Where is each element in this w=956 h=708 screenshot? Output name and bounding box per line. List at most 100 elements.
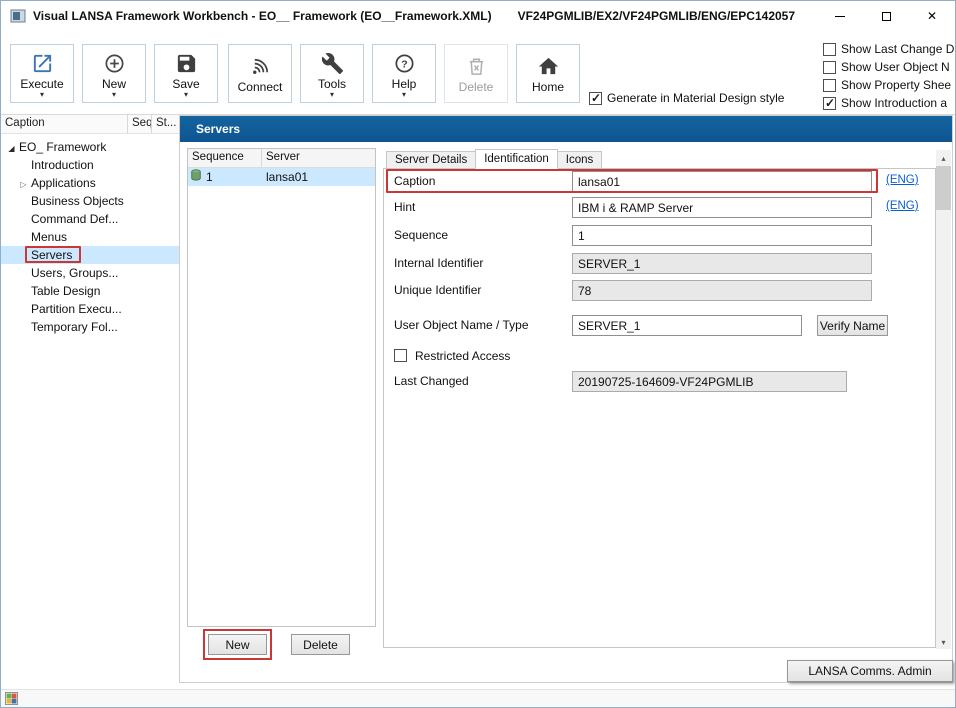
window-title: Visual LANSA Framework Workbench - EO__ … <box>33 9 492 23</box>
user-object-input[interactable] <box>572 315 802 336</box>
navigation-tree-panel: Caption Seq St... EO_ Framework Introduc… <box>1 115 179 683</box>
tree-item-servers[interactable]: Servers <box>1 246 179 264</box>
checkbox-checked-icon[interactable] <box>823 97 836 110</box>
show-user-object-checkbox[interactable]: Show User Object N <box>823 60 950 74</box>
servers-list-headers[interactable]: Sequence Server <box>188 149 375 168</box>
help-label: Help <box>392 77 417 91</box>
close-icon <box>927 9 937 23</box>
execute-button[interactable]: Execute <box>10 44 74 103</box>
maximize-icon <box>882 12 891 21</box>
caption-language-link[interactable]: (ENG) <box>886 174 919 186</box>
tree-item-business-objects[interactable]: Business Objects <box>1 192 179 210</box>
main-region: Servers Sequence Server 1 lansa01 New De… <box>179 115 953 683</box>
tab-identification[interactable]: Identification <box>475 149 558 169</box>
help-button[interactable]: ? Help <box>372 44 436 103</box>
internal-identifier-label: Internal Identifier <box>394 253 483 274</box>
home-button[interactable]: Home <box>516 44 580 103</box>
checkbox-icon[interactable] <box>823 43 836 56</box>
hint-language-link[interactable]: (ENG) <box>886 200 919 212</box>
chevron-down-icon <box>402 91 406 98</box>
tree-item-temporary-folder[interactable]: Temporary Fol... <box>1 318 179 336</box>
tools-icon <box>321 50 344 77</box>
show-last-change-label: Show Last Change D <box>841 42 954 56</box>
caption-input[interactable] <box>572 171 872 192</box>
lansa-comms-admin-button[interactable]: LANSA Comms. Admin <box>787 660 953 682</box>
show-last-change-checkbox[interactable]: Show Last Change D <box>823 42 954 56</box>
column-header-server[interactable]: Server <box>262 149 375 167</box>
column-header-sequence[interactable]: Sequence <box>188 149 262 167</box>
new-button[interactable]: New <box>82 44 146 103</box>
checkbox-icon[interactable] <box>823 61 836 74</box>
unique-identifier-field <box>572 280 872 301</box>
close-button[interactable] <box>909 1 955 31</box>
status-bar <box>1 689 955 707</box>
help-icon: ? <box>393 50 416 77</box>
app-window: Visual LANSA Framework Workbench - EO__ … <box>0 0 956 708</box>
material-design-checkbox[interactable]: Generate in Material Design style <box>589 91 784 105</box>
home-label: Home <box>532 80 564 94</box>
execute-icon <box>31 50 54 77</box>
connect-button[interactable]: Connect <box>228 44 292 103</box>
show-introduction-checkbox[interactable]: Show Introduction a <box>823 96 947 110</box>
new-server-button[interactable]: New <box>208 634 267 655</box>
tree-item-users-groups[interactable]: Users, Groups... <box>1 264 179 282</box>
form-scrollbar[interactable] <box>936 150 951 649</box>
chevron-down-icon <box>184 91 188 98</box>
chevron-down-icon <box>330 91 334 98</box>
checkbox-icon[interactable] <box>823 79 836 92</box>
last-changed-label: Last Changed <box>394 371 469 392</box>
tools-button[interactable]: Tools <box>300 44 364 103</box>
last-changed-field <box>572 371 847 392</box>
checkbox-checked-icon[interactable] <box>589 92 602 105</box>
show-introduction-label: Show Introduction a <box>841 96 947 110</box>
servers-list-panel: Sequence Server 1 lansa01 <box>187 148 376 627</box>
scroll-down-icon[interactable] <box>936 634 951 649</box>
delete-button: Delete <box>444 44 508 103</box>
sequence-input[interactable] <box>572 225 872 246</box>
tree-item-menus[interactable]: Menus <box>1 228 179 246</box>
internal-identifier-row: Internal Identifier <box>384 253 935 274</box>
restricted-access-label: Restricted Access <box>415 346 510 367</box>
scrollbar-thumb[interactable] <box>936 166 951 210</box>
restricted-access-row: Restricted Access <box>384 346 935 367</box>
hint-label: Hint <box>394 197 415 218</box>
titlebar: Visual LANSA Framework Workbench - EO__ … <box>1 1 955 31</box>
tree-item-command-def[interactable]: Command Def... <box>1 210 179 228</box>
tree-column-headers[interactable]: Caption Seq St... <box>1 115 179 134</box>
tree-items: EO_ Framework Introduction Applications … <box>1 134 179 336</box>
save-button[interactable]: Save <box>154 44 218 103</box>
show-property-sheet-checkbox[interactable]: Show Property Shee <box>823 78 951 92</box>
maximize-button[interactable] <box>863 1 909 31</box>
scroll-up-icon[interactable] <box>936 150 951 165</box>
internal-identifier-field <box>572 253 872 274</box>
collapse-icon[interactable] <box>6 138 17 158</box>
delete-server-button[interactable]: Delete <box>291 634 350 655</box>
tree-header-seq[interactable]: Seq <box>128 115 152 133</box>
window-controls <box>817 1 955 31</box>
server-row-lansa01[interactable]: 1 lansa01 <box>188 168 375 186</box>
detail-tabs: Server Details Identification Icons <box>386 149 601 169</box>
minimize-button[interactable] <box>817 1 863 31</box>
tree-item-partition-execution[interactable]: Partition Execu... <box>1 300 179 318</box>
save-label: Save <box>172 77 199 91</box>
sequence-label: Sequence <box>394 225 448 246</box>
tree-header-caption[interactable]: Caption <box>1 115 128 133</box>
execute-label: Execute <box>20 77 63 91</box>
minimize-icon <box>835 16 845 17</box>
app-icon <box>10 8 26 24</box>
hint-input[interactable] <box>572 197 872 218</box>
chevron-down-icon <box>40 91 44 98</box>
tree-header-status[interactable]: St... <box>152 115 179 133</box>
expand-icon[interactable] <box>18 174 29 194</box>
tree-item-eo-framework[interactable]: EO_ Framework <box>1 138 179 156</box>
verify-name-button[interactable]: Verify Name <box>817 315 888 336</box>
tree-item-introduction[interactable]: Introduction <box>1 156 179 174</box>
restricted-access-checkbox[interactable] <box>394 349 407 362</box>
tree-item-table-design[interactable]: Table Design <box>1 282 179 300</box>
tree-item-label: Command Def... <box>31 212 118 226</box>
caption-row: Caption (ENG) <box>384 171 935 192</box>
server-name-value: lansa01 <box>262 168 375 186</box>
tab-server-details[interactable]: Server Details <box>386 151 476 169</box>
tab-icons[interactable]: Icons <box>557 151 603 169</box>
tree-item-applications[interactable]: Applications <box>1 174 179 192</box>
